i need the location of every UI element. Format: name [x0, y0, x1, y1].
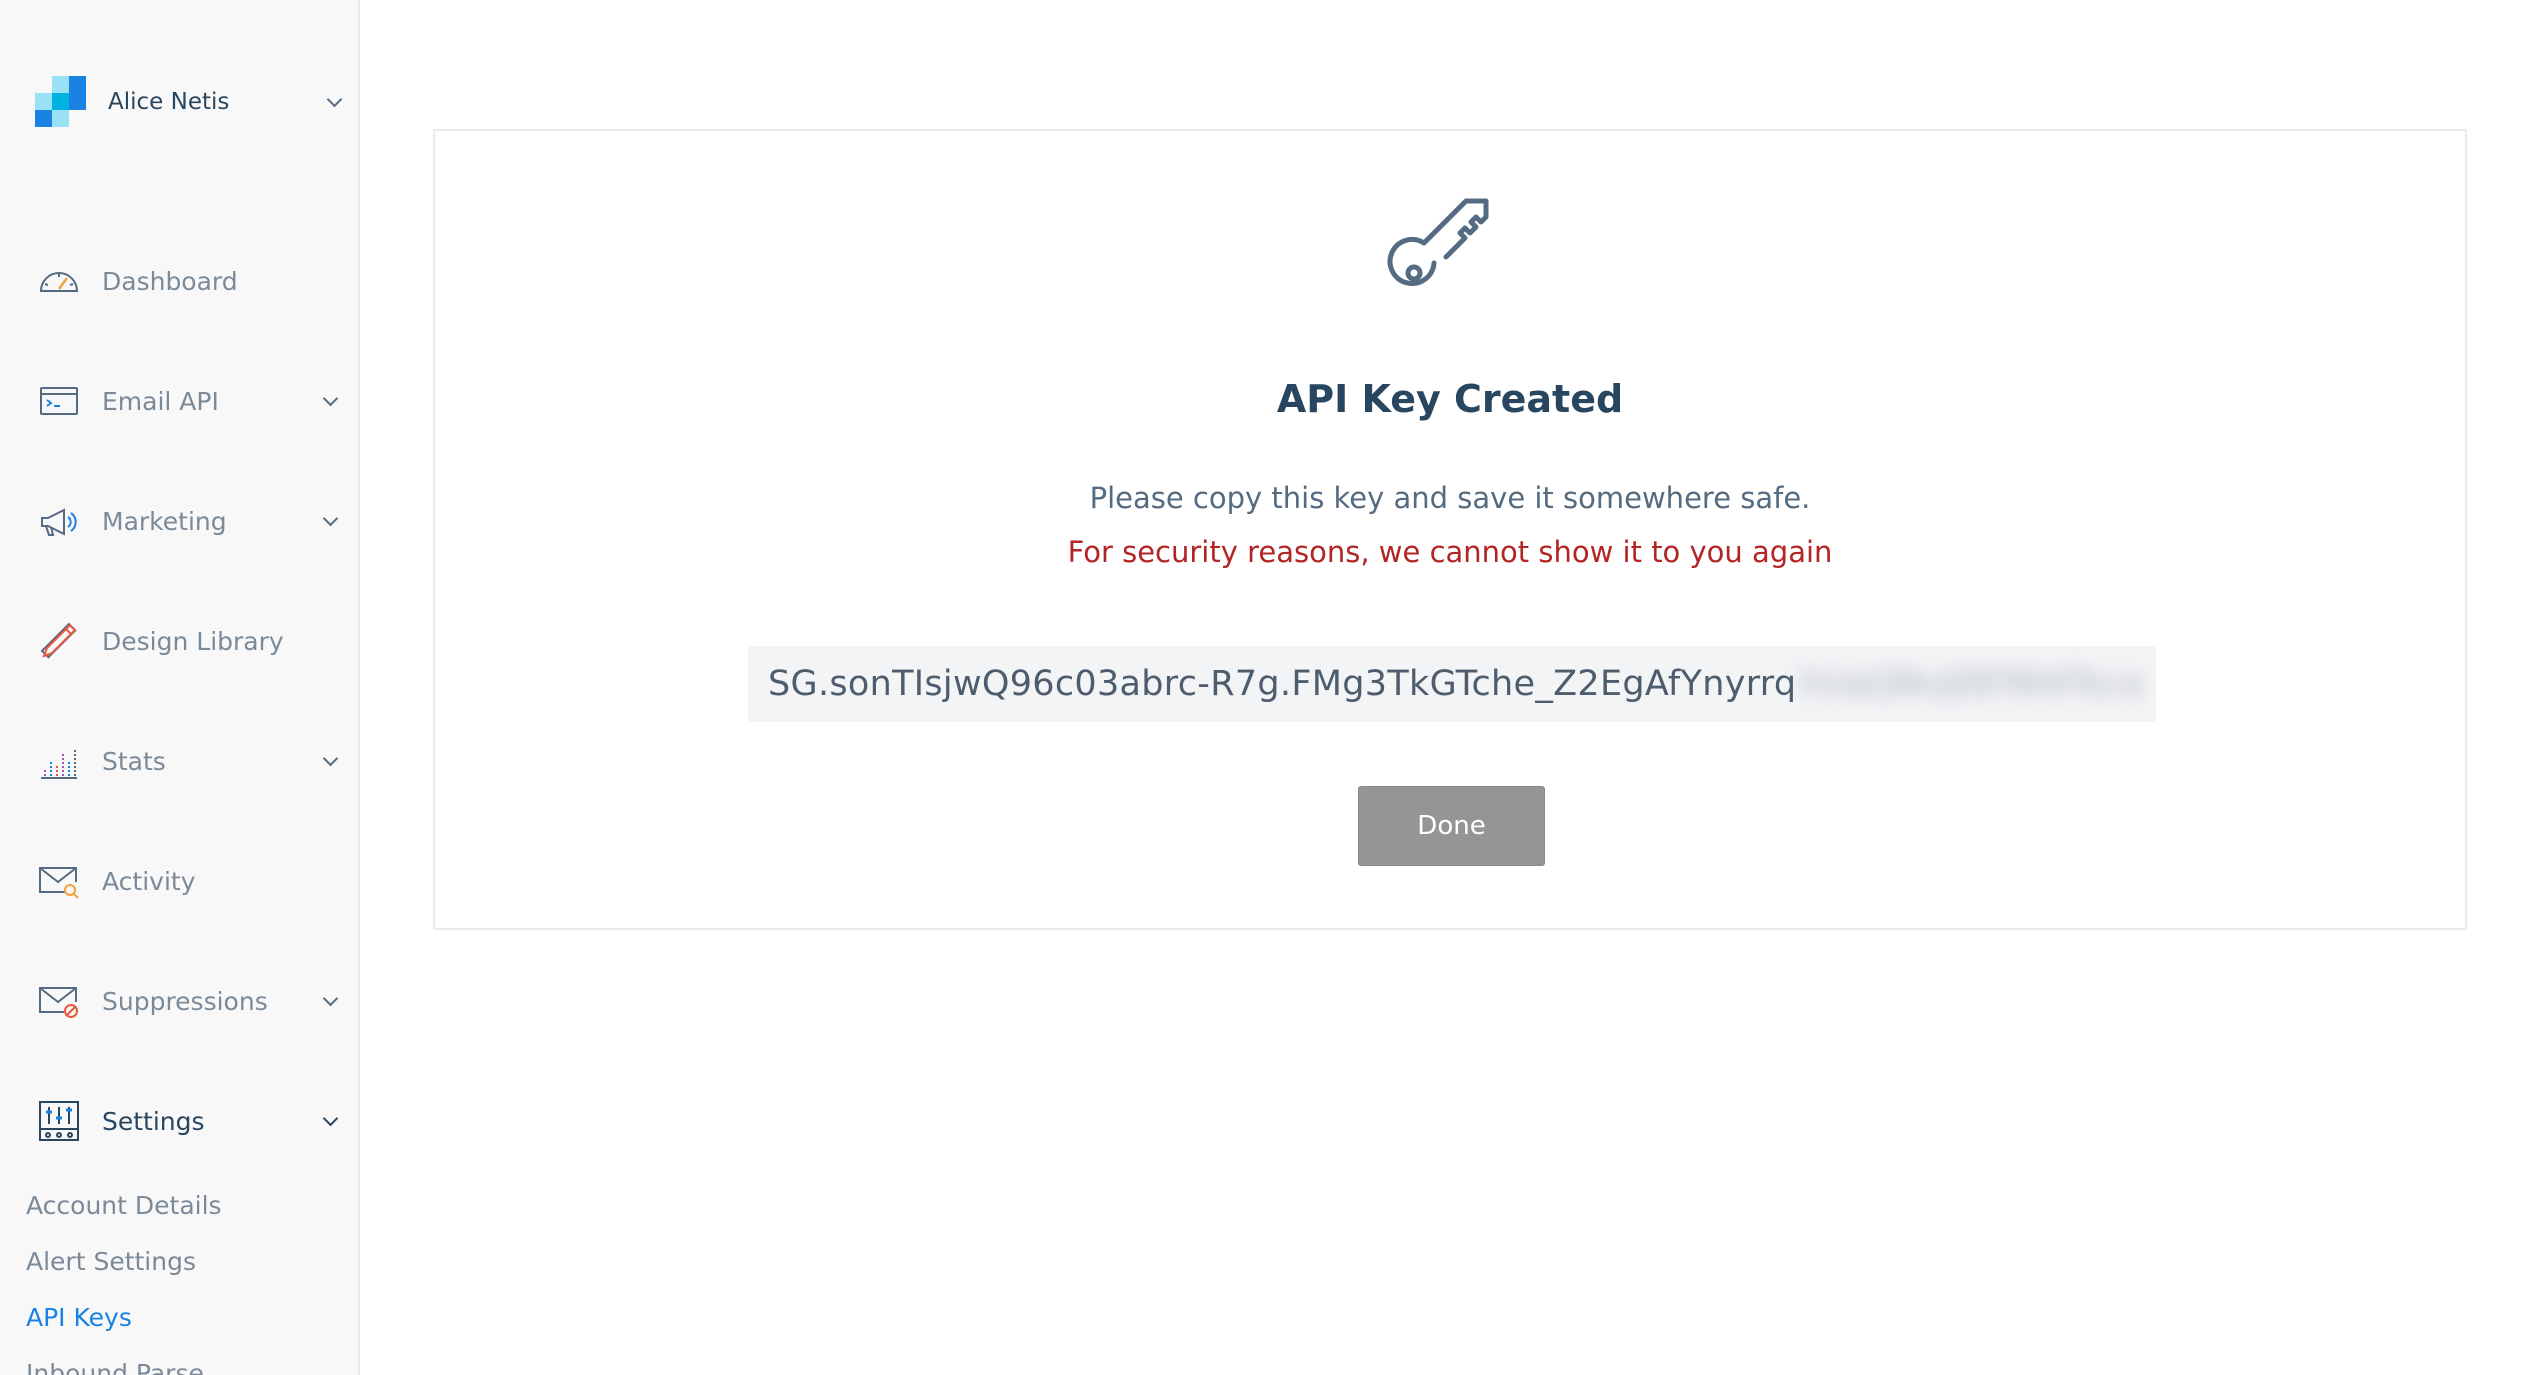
sliders-settings-icon: [36, 1098, 82, 1144]
api-key-redacted-portion: hUaQNvJ0EfW4Tsca: [1800, 664, 2143, 704]
api-key-field[interactable]: SG.sonTIsjwQ96c03abrc-R7g.FMg3TkGTche_Z2…: [748, 646, 2156, 722]
api-key-created-card: API Key Created Please copy this key and…: [433, 129, 2467, 930]
sendgrid-logo-icon: [34, 76, 86, 128]
sidebar-item-label: Marketing: [102, 506, 227, 536]
api-key-value[interactable]: SG.sonTIsjwQ96c03abrc-R7g.FMg3TkGTche_Z2…: [768, 664, 1796, 704]
sidebar-item-suppressions[interactable]: Suppressions: [36, 975, 342, 1027]
sidebar-item-label: Settings: [102, 1106, 205, 1136]
envelope-block-icon: [36, 978, 82, 1024]
sidebar-item-email-api[interactable]: Email API: [36, 375, 342, 427]
done-button[interactable]: Done: [1358, 786, 1545, 866]
sidebar-item-design-library[interactable]: Design Library: [36, 615, 342, 667]
chevron-down-icon: [322, 750, 338, 766]
terminal-window-icon: [36, 378, 82, 424]
sidebar-item-marketing[interactable]: Marketing: [36, 495, 342, 547]
sidebar-item-label: Email API: [102, 386, 219, 416]
subnav-inbound-parse[interactable]: Inbound Parse: [26, 1359, 204, 1375]
sidebar-item-dashboard[interactable]: Dashboard: [36, 255, 342, 307]
sidebar-item-label: Suppressions: [102, 986, 268, 1016]
page-title: API Key Created: [1276, 377, 1624, 421]
sidebar-item-label: Stats: [102, 746, 166, 776]
sidebar-item-label: Dashboard: [102, 266, 238, 296]
chevron-down-icon: [322, 390, 338, 406]
key-icon: [1386, 189, 1498, 301]
sidebar-item-activity[interactable]: Activity: [36, 855, 342, 907]
copy-instruction-text: Please copy this key and save it somewhe…: [1089, 481, 1811, 515]
envelope-search-icon: [36, 858, 82, 904]
megaphone-icon: [36, 498, 82, 544]
dashboard-gauge-icon: [36, 258, 82, 304]
subnav-api-keys[interactable]: API Keys: [26, 1303, 132, 1332]
account-name: Alice Netis: [108, 89, 230, 115]
sidebar: Alice Netis Dashboard Email API Marketin…: [0, 0, 360, 1375]
chevron-down-icon: [322, 990, 338, 1006]
bar-stats-icon: [36, 738, 82, 784]
sidebar-item-stats[interactable]: Stats: [36, 735, 342, 787]
sidebar-item-settings[interactable]: Settings: [36, 1095, 342, 1147]
subnav-account-details[interactable]: Account Details: [26, 1191, 222, 1220]
pencil-ruler-icon: [36, 618, 82, 664]
app-root: Alice Netis Dashboard Email API Marketin…: [0, 0, 2524, 1375]
subnav-alert-settings[interactable]: Alert Settings: [26, 1247, 196, 1276]
sidebar-item-label: Activity: [102, 866, 196, 896]
chevron-down-icon: [322, 510, 338, 526]
chevron-down-icon: [326, 91, 343, 107]
account-switcher[interactable]: Alice Netis: [34, 76, 343, 128]
security-warning-text: For security reasons, we cannot show it …: [1067, 535, 1833, 569]
chevron-down-icon: [322, 1110, 338, 1126]
sidebar-item-label: Design Library: [102, 626, 284, 656]
